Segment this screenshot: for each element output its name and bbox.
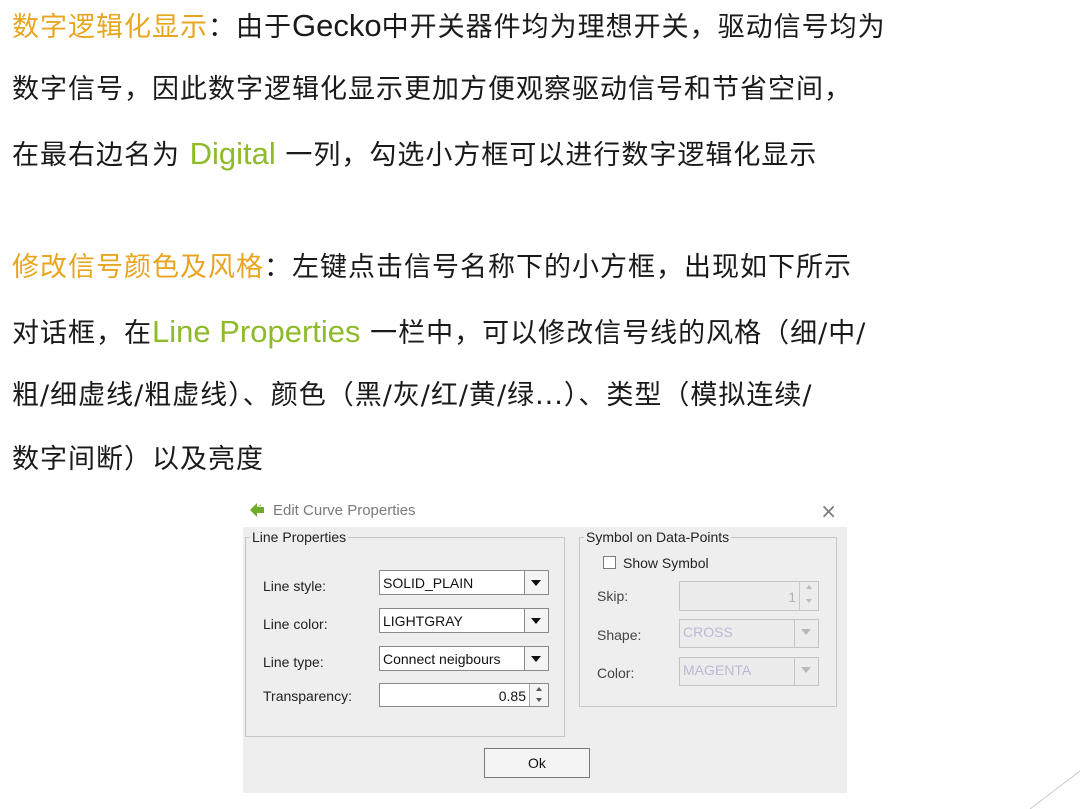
close-icon[interactable]: × [820, 499, 837, 523]
decrement-icon[interactable] [800, 596, 818, 610]
slide-corner-decoration [1029, 770, 1080, 809]
p2-line-1: 修改信号颜色及风格：左键点击信号名称下的小方框，出现如下所示 [12, 236, 1072, 300]
line-type-label: Line type: [263, 654, 324, 670]
line-type-select[interactable]: Connect neigbours [379, 646, 549, 671]
symbol-color-select[interactable]: MAGENTA [679, 657, 819, 686]
chevron-down-icon[interactable] [794, 620, 818, 647]
p1-line-2: 数字信号，因此数字逻辑化显示更加方便观察驱动信号和节省空间， [12, 74, 852, 105]
decrement-icon[interactable] [530, 695, 548, 706]
transparency-value: 0.85 [498, 688, 526, 704]
p2-line-2: 对话框，在Line Properties 一栏中，可以修改信号线的风格（细/中/ [12, 300, 1072, 364]
dialog-title: Edit Curve Properties [273, 502, 416, 519]
line-properties-keyword: Line Properties [152, 314, 361, 349]
p1-line3-a: 在最右边名为 [12, 140, 190, 171]
p1-line-1: 数字逻辑化显示：由于Gecko中开关器件均为理想开关，驱动信号均为 [12, 0, 1072, 58]
chevron-down-icon[interactable] [524, 609, 548, 632]
symbol-legend: Symbol on Data-Points [584, 529, 732, 545]
chevron-down-icon[interactable] [524, 571, 548, 594]
p2-line2-b: 一栏中，可以修改信号线的风格（细/中/ [360, 318, 867, 349]
skip-label: Skip: [597, 588, 629, 604]
p1-line3-b: 一列，勾选小方框可以进行数字逻辑化显示 [275, 140, 818, 171]
line-color-select[interactable]: LIGHTGRAY [379, 608, 549, 633]
increment-icon[interactable] [800, 582, 818, 597]
symbol-color-value: MAGENTA [683, 662, 752, 678]
show-symbol-checkbox[interactable] [603, 556, 616, 569]
paragraph-line-style: 修改信号颜色及风格：左键点击信号名称下的小方框，出现如下所示 对话框，在Line… [12, 236, 1072, 492]
chevron-down-icon[interactable] [524, 647, 548, 670]
digital-keyword: Digital [189, 136, 276, 171]
p2-line1-rest: ：左键点击信号名称下的小方框，出现如下所示 [264, 252, 852, 283]
chevron-down-icon[interactable] [794, 658, 818, 685]
skip-value: 1 [788, 589, 796, 605]
line-style-select[interactable]: SOLID_PLAIN [379, 570, 549, 595]
edit-curve-properties-dialog: Edit Curve Properties × Line Properties … [243, 495, 847, 793]
skip-stepper[interactable] [799, 582, 818, 610]
shape-select[interactable]: CROSS [679, 619, 819, 648]
p2-line-3: 粗/细虚线/粗虚线）、颜色（黑/灰/红/黄/绿...）、类型（模拟连续/ [12, 380, 813, 411]
line-color-label: Line color: [263, 616, 328, 632]
transparency-stepper[interactable] [529, 684, 548, 706]
dialog-titlebar[interactable]: Edit Curve Properties × [243, 495, 847, 527]
heading-line-style: 修改信号颜色及风格 [12, 252, 264, 283]
line-color-value: LIGHTGRAY [383, 613, 463, 629]
ok-button[interactable]: Ok [484, 748, 590, 778]
p1-line-3: 在最右边名为 Digital 一列，勾选小方框可以进行数字逻辑化显示 [12, 122, 1072, 186]
skip-spinner[interactable]: 1 [679, 581, 819, 611]
gecko-app-icon [250, 503, 264, 517]
transparency-spinner[interactable]: 0.85 [379, 683, 549, 707]
shape-value: CROSS [683, 624, 733, 640]
shape-label: Shape: [597, 627, 642, 643]
show-symbol-label: Show Symbol [623, 555, 709, 571]
line-properties-legend: Line Properties [250, 529, 349, 545]
p1-text-a: ：由于 [208, 12, 292, 43]
heading-digital-display: 数字逻辑化显示 [12, 12, 208, 43]
line-properties-group: Line Properties Line style: SOLID_PLAIN … [245, 529, 565, 737]
p2-line-4: 数字间断）以及亮度 [12, 444, 264, 475]
line-style-value: SOLID_PLAIN [383, 575, 474, 591]
line-type-value: Connect neigbours [383, 651, 501, 667]
line-style-label: Line style: [263, 578, 327, 594]
p2-line2-a: 对话框，在 [12, 318, 152, 349]
symbol-color-label: Color: [597, 665, 635, 681]
symbol-on-data-points-group: Symbol on Data-Points Show Symbol Skip: … [579, 529, 837, 707]
transparency-label: Transparency: [263, 688, 352, 704]
paragraph-digital-display: 数字逻辑化显示：由于Gecko中开关器件均为理想开关，驱动信号均为 数字信号，因… [12, 0, 1072, 186]
p1-gecko: Gecko [292, 8, 382, 43]
p1-text-b: 中开关器件均为理想开关，驱动信号均为 [381, 12, 886, 43]
